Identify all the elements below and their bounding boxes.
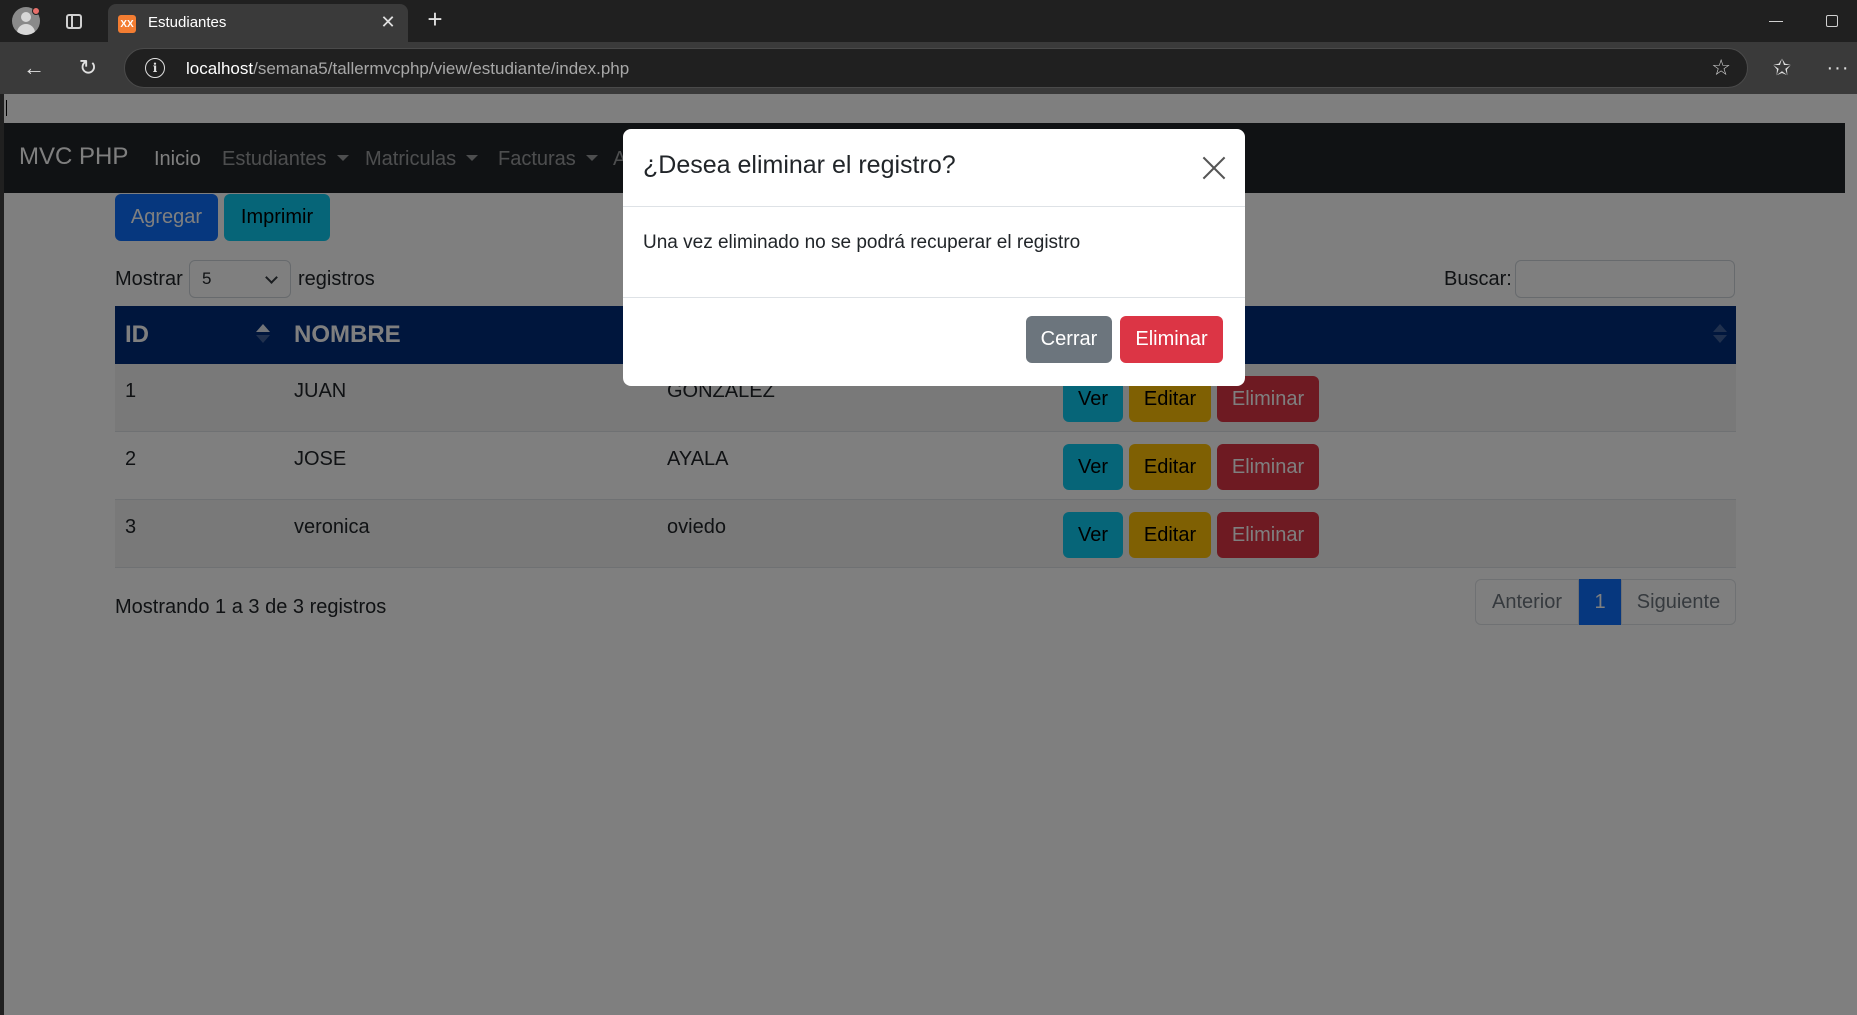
browser-tab-bar: XX Estudiantes ✕ + xyxy=(0,0,1857,42)
profile-avatar-icon[interactable] xyxy=(10,7,42,35)
modal-footer: Cerrar Eliminar xyxy=(623,297,1245,386)
site-info-icon[interactable]: i xyxy=(145,58,165,78)
xampp-favicon-icon: XX xyxy=(118,15,136,33)
back-arrow-icon[interactable]: ← xyxy=(18,52,50,84)
url-text[interactable]: localhost/semana5/tallermvcphp/view/estu… xyxy=(186,59,629,79)
favorites-icon[interactable]: ✩ xyxy=(1766,52,1798,84)
close-icon[interactable] xyxy=(1201,155,1227,181)
more-menu-icon[interactable]: ··· xyxy=(1822,52,1854,84)
tab-actions-icon[interactable] xyxy=(58,7,90,35)
browser-toolbar: ← ↻ i localhost/semana5/tallermvcphp/vie… xyxy=(0,42,1857,94)
page-viewport: MVC PHP Inicio Estudiantes Matriculas Fa… xyxy=(4,94,1857,1015)
minimize-icon[interactable] xyxy=(1756,6,1796,36)
confirm-delete-button[interactable]: Eliminar xyxy=(1120,316,1223,363)
tab-close-icon[interactable]: ✕ xyxy=(376,10,400,34)
address-bar[interactable]: i localhost/semana5/tallermvcphp/view/es… xyxy=(124,48,1748,88)
browser-tab[interactable]: XX Estudiantes ✕ xyxy=(108,4,408,42)
cancel-button[interactable]: Cerrar xyxy=(1026,316,1112,363)
delete-confirm-modal: ¿Desea eliminar el registro? Una vez eli… xyxy=(623,129,1245,386)
url-path: /semana5/tallermvcphp/view/estudiante/in… xyxy=(253,59,630,78)
tab-title: Estudiantes xyxy=(148,14,227,31)
modal-header: ¿Desea eliminar el registro? xyxy=(623,129,1245,207)
restore-icon[interactable] xyxy=(1812,6,1852,36)
bookmark-star-icon[interactable]: ☆ xyxy=(1711,55,1731,81)
modal-title: ¿Desea eliminar el registro? xyxy=(643,151,956,179)
reload-icon[interactable]: ↻ xyxy=(72,52,104,84)
modal-body-text: Una vez eliminado no se podrá recuperar … xyxy=(643,232,1081,253)
new-tab-icon[interactable]: + xyxy=(419,4,451,34)
url-host: localhost xyxy=(186,59,254,78)
